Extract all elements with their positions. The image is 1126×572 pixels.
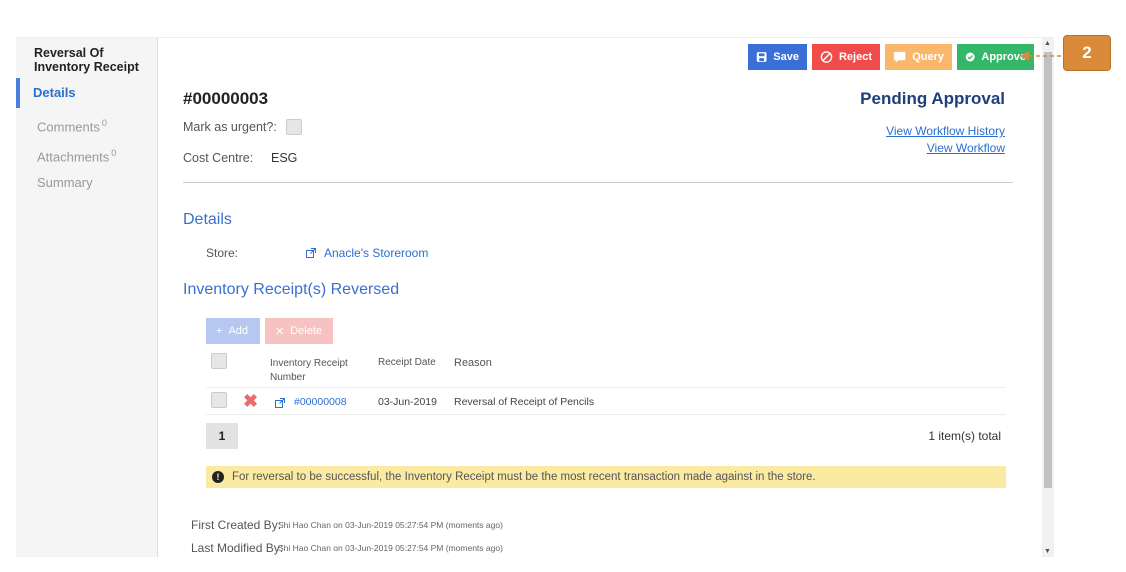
cost-centre-label: Cost Centre: <box>183 151 254 165</box>
row-checkbox[interactable] <box>211 392 227 408</box>
receipt-number-link[interactable]: #00000008 <box>294 396 347 408</box>
exclamation-icon: ! <box>212 471 224 483</box>
status-label: Pending Approval <box>860 89 1005 108</box>
sidebar-item-label: Details <box>33 85 76 100</box>
notice-text: For reversal to be successful, the Inven… <box>232 471 816 483</box>
sidebar-item-summary[interactable]: Summary <box>16 168 157 198</box>
divider <box>183 182 1013 183</box>
add-label: Add <box>228 325 249 337</box>
modified-by-value: Shi Hao Chan on 03-Jun-2019 05:27:54 PM … <box>278 543 503 553</box>
urgent-checkbox[interactable] <box>286 119 302 135</box>
sidebar-item-label: Comments <box>37 119 100 135</box>
delete-button[interactable]: ✕ Delete <box>265 318 333 344</box>
sidebar-item-comments[interactable]: Comments 0 <box>16 108 157 138</box>
details-section-title: Details <box>183 211 232 228</box>
sidebar-item-label: Attachments <box>37 149 110 165</box>
store-value: Anacle's Storeroom <box>324 246 429 260</box>
created-by-label: First Created By: <box>191 518 282 532</box>
select-all-checkbox[interactable] <box>211 353 227 369</box>
cost-centre-value: ESG <box>271 151 298 165</box>
sidebar-title: Reversal Of Inventory Receipt <box>16 38 157 78</box>
external-link-icon <box>306 248 316 258</box>
sidebar-title-line2: Inventory Receipt <box>34 60 139 74</box>
column-header-receipt-number: Inventory Receipt Number <box>270 357 348 385</box>
sidebar-item-details[interactable]: Details <box>16 78 157 108</box>
attachments-count: 0 <box>111 148 117 158</box>
column-header-line1: Inventory Receipt <box>270 358 348 369</box>
scroll-down-arrow-icon[interactable]: ▼ <box>1044 548 1051 556</box>
table-header: Inventory Receipt Number Receipt Date Re… <box>206 350 1006 386</box>
notice-banner: ! For reversal to be successful, the Inv… <box>206 466 1006 488</box>
close-icon: ✕ <box>275 325 285 338</box>
urgent-label: Mark as urgent?: <box>183 120 277 134</box>
column-header-reason: Reason <box>454 357 492 369</box>
view-workflow-history-link[interactable]: View Workflow History <box>886 124 1005 138</box>
reason: Reversal of Receipt of Pencils <box>454 396 595 408</box>
sidebar-title-line1: Reversal Of <box>34 46 104 60</box>
sidebar-item-attachments[interactable]: Attachments 0 <box>16 138 157 168</box>
add-button[interactable]: + Add <box>206 318 260 344</box>
scroll-up-arrow-icon[interactable]: ▲ <box>1044 40 1051 48</box>
document-number: #00000003 <box>183 89 269 108</box>
receipt-date: 03-Jun-2019 <box>378 396 437 408</box>
store-link[interactable]: Anacle's Storeroom <box>306 246 428 260</box>
store-label: Store: <box>206 246 239 260</box>
callout-badge: 2 <box>1063 35 1111 71</box>
created-by-value: Shi Hao Chan on 03-Jun-2019 05:27:54 PM … <box>278 520 503 530</box>
reversed-section-title: Inventory Receipt(s) Reversed <box>183 281 400 298</box>
main-content: #00000003 Pending Approval View Workflow… <box>183 38 1013 557</box>
sidebar: Reversal Of Inventory Receipt Details Co… <box>16 38 158 557</box>
column-header-line2: Number <box>270 372 306 383</box>
column-header-receipt-date: Receipt Date <box>378 357 436 368</box>
view-workflow-link[interactable]: View Workflow <box>927 141 1005 155</box>
delete-row-icon[interactable]: ✖ <box>243 392 258 410</box>
sidebar-item-label: Summary <box>37 175 93 190</box>
app-frame: Reversal Of Inventory Receipt Details Co… <box>16 37 1054 557</box>
callout-arrow-icon <box>1020 51 1063 61</box>
item-total: 1 item(s) total <box>928 429 1001 443</box>
vertical-scrollbar[interactable]: ▲ ▼ <box>1042 38 1054 557</box>
comments-count: 0 <box>101 118 107 128</box>
table-row: ✖ #00000008 03-Jun-2019 Reversal of Rece… <box>206 387 1006 415</box>
scroll-thumb[interactable] <box>1044 52 1052 488</box>
page-button[interactable]: 1 <box>206 423 238 449</box>
modified-by-label: Last Modified By: <box>191 541 284 555</box>
delete-label: Delete <box>290 325 323 337</box>
external-link-icon <box>275 398 285 408</box>
plus-icon: + <box>216 325 223 337</box>
